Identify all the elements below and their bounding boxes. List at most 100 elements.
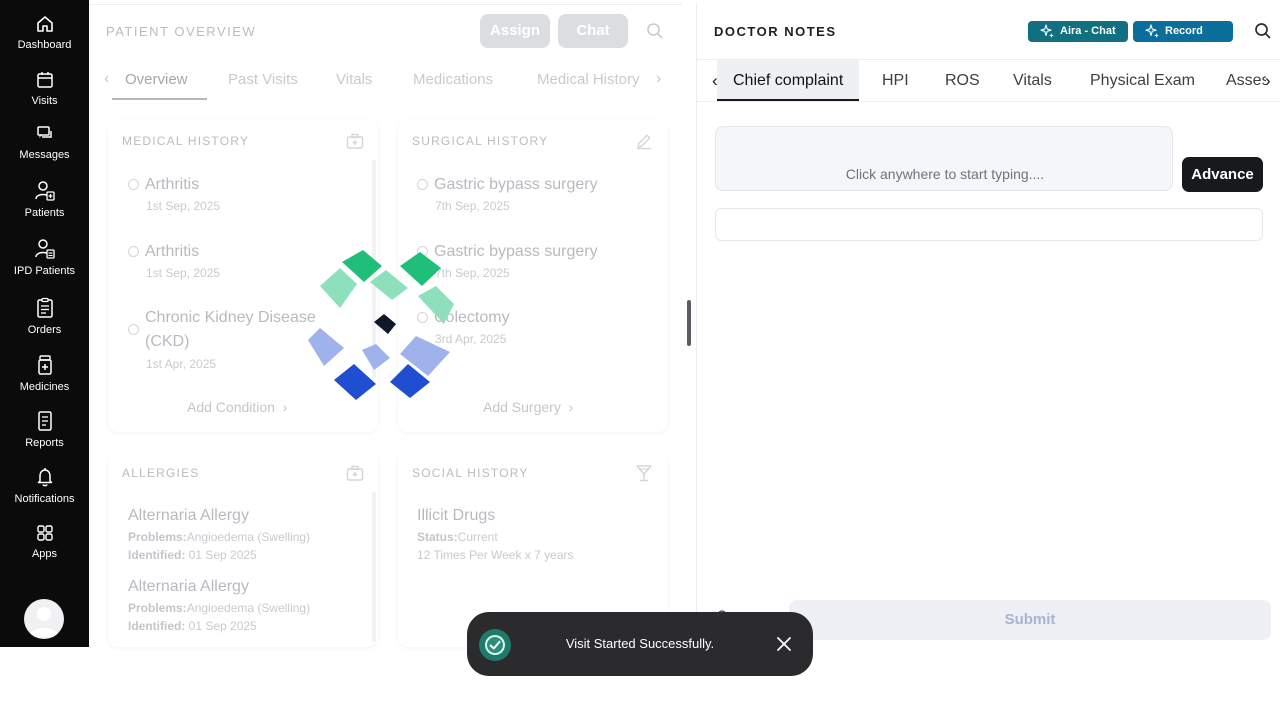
- orders-icon: [36, 297, 53, 318]
- condition-date: 1st Sep, 2025: [146, 199, 221, 213]
- tab-vitals[interactable]: Vitals: [336, 71, 372, 88]
- condition-date: 1st Sep, 2025: [146, 266, 221, 280]
- sidebar-item-patients[interactable]: Patients: [0, 180, 89, 219]
- allergies-card: ALLERGIES Alternaria Allergy Problems:An…: [108, 452, 378, 647]
- cocktail-glass-icon[interactable]: [635, 464, 653, 487]
- sidebar-item-visits[interactable]: Visits: [0, 70, 89, 107]
- active-tab-indicator: [112, 98, 207, 100]
- medicine-icon: [37, 355, 52, 375]
- surgery-name: Gastric bypass surgery: [434, 176, 598, 193]
- card-title: ALLERGIES: [122, 466, 200, 480]
- tab-medical-history[interactable]: Medical History: [537, 71, 640, 88]
- allergy-name: Alternaria Allergy: [128, 578, 249, 595]
- allergy-problems: Problems:Angioedema (Swelling): [128, 601, 310, 615]
- allergy-identified: Identified: 01 Sep 2025: [128, 548, 257, 562]
- chevron-right-icon[interactable]: ›: [656, 70, 661, 88]
- bell-icon: [37, 468, 52, 487]
- ipd-patient-icon: [34, 239, 55, 259]
- tab-past-visits[interactable]: Past Visits: [228, 71, 298, 88]
- assign-button[interactable]: Assign: [480, 14, 550, 48]
- aira-chat-button[interactable]: Aira - Chat: [1028, 21, 1128, 42]
- record-button[interactable]: Record: [1133, 21, 1233, 42]
- radio-button[interactable]: [128, 324, 139, 335]
- tab-medications[interactable]: Medications: [413, 71, 493, 88]
- panel-title: DOCTOR NOTES: [714, 24, 837, 39]
- home-icon: [36, 16, 53, 32]
- problems-label: Problems:: [128, 601, 187, 615]
- sidebar-item-label: IPD Patients: [13, 265, 76, 277]
- card-title: MEDICAL HISTORY: [122, 134, 250, 148]
- app-window: Dashboard Visits Messages Patients IPD P…: [0, 0, 1280, 720]
- problems-value: Angioedema (Swelling): [186, 530, 311, 544]
- submit-button[interactable]: Submit: [789, 600, 1271, 640]
- tab-overview[interactable]: Overview: [125, 71, 188, 88]
- sidebar-item-apps[interactable]: Apps: [0, 523, 89, 560]
- radio-button[interactable]: [128, 246, 139, 257]
- sidebar-item-reports[interactable]: Reports: [0, 410, 89, 449]
- sidebar-item-label: Notifications: [14, 493, 75, 505]
- avatar[interactable]: [24, 599, 64, 639]
- sidebar-item-label: Apps: [31, 548, 58, 560]
- tab-chief-complaint[interactable]: Chief complaint: [733, 72, 843, 90]
- problems-value: Angioedema (Swelling): [186, 601, 311, 615]
- sidebar: Dashboard Visits Messages Patients IPD P…: [0, 0, 89, 647]
- notes-input-field[interactable]: [715, 208, 1263, 241]
- sidebar-item-notifications[interactable]: Notifications: [0, 466, 89, 505]
- tab-hpi[interactable]: HPI: [882, 72, 909, 90]
- tab-vitals[interactable]: Vitals: [1013, 72, 1052, 90]
- sidebar-item-messages[interactable]: Messages: [0, 124, 89, 161]
- add-surgery-link[interactable]: Add Surgery ›: [483, 399, 573, 415]
- patient-icon: [34, 181, 55, 201]
- edit-icon[interactable]: [635, 132, 653, 155]
- scrollbar[interactable]: [372, 492, 376, 642]
- condition-name: Arthritis: [145, 243, 200, 260]
- divider: [89, 4, 682, 5]
- status-value: Current: [457, 530, 498, 544]
- toast-notification: Visit Started Successfully.: [467, 612, 813, 676]
- medical-kit-icon[interactable]: [346, 133, 364, 155]
- search-icon[interactable]: [646, 22, 664, 45]
- chat-button[interactable]: Chat: [558, 14, 628, 48]
- sidebar-item-medicines[interactable]: Medicines: [0, 354, 89, 393]
- chevron-right-icon[interactable]: ›: [1265, 71, 1271, 91]
- sidebar-item-dashboard[interactable]: Dashboard: [0, 14, 89, 51]
- social-item-status: Status:Current: [417, 530, 498, 544]
- chevron-right-icon: ›: [278, 399, 288, 415]
- tab-assessment[interactable]: Assess: [1226, 72, 1266, 90]
- report-icon: [37, 411, 52, 431]
- radio-button[interactable]: [417, 179, 428, 190]
- chevron-left-icon[interactable]: ‹: [104, 70, 109, 88]
- resize-handle[interactable]: [687, 300, 691, 346]
- sidebar-item-label: Messages: [19, 149, 70, 161]
- medical-kit-icon[interactable]: [346, 465, 364, 487]
- condition-name: Chronic Kidney Disease: [145, 309, 316, 326]
- sidebar-item-label: Visits: [31, 95, 58, 107]
- chevron-right-icon: ›: [564, 399, 574, 415]
- radio-button[interactable]: [128, 179, 139, 190]
- add-condition-link[interactable]: Add Condition ›: [187, 399, 287, 415]
- identified-label: Identified:: [128, 548, 186, 562]
- close-icon[interactable]: [776, 636, 792, 657]
- panel-title: PATIENT OVERVIEW: [106, 24, 257, 39]
- sidebar-item-orders[interactable]: Orders: [0, 297, 89, 336]
- loading-spinner-logo: [300, 244, 460, 406]
- chevron-left-icon[interactable]: ‹: [712, 71, 718, 91]
- card-title: SURGICAL HISTORY: [412, 134, 549, 148]
- calendar-icon: [36, 72, 53, 88]
- identified-label: Identified:: [128, 619, 186, 633]
- add-surgery-label: Add Surgery: [483, 399, 561, 415]
- sidebar-item-label: Medicines: [19, 381, 70, 393]
- advance-button[interactable]: Advance: [1182, 157, 1263, 192]
- identified-value: 01 Sep 2025: [188, 619, 257, 633]
- sidebar-item-label: Dashboard: [17, 39, 72, 51]
- sidebar-item-ipd-patients[interactable]: IPD Patients: [0, 238, 89, 277]
- record-label: Record: [1165, 25, 1203, 37]
- sidebar-item-label: Reports: [25, 437, 64, 449]
- active-tab-indicator: [717, 99, 859, 101]
- tab-physical-exam[interactable]: Physical Exam: [1090, 72, 1195, 90]
- chief-complaint-editor[interactable]: Click anywhere to start typing....: [715, 126, 1173, 191]
- search-icon[interactable]: [1254, 22, 1272, 45]
- status-label: Status:: [417, 530, 458, 544]
- allergy-problems: Problems:Angioedema (Swelling): [128, 530, 310, 544]
- tab-ros[interactable]: ROS: [945, 72, 980, 90]
